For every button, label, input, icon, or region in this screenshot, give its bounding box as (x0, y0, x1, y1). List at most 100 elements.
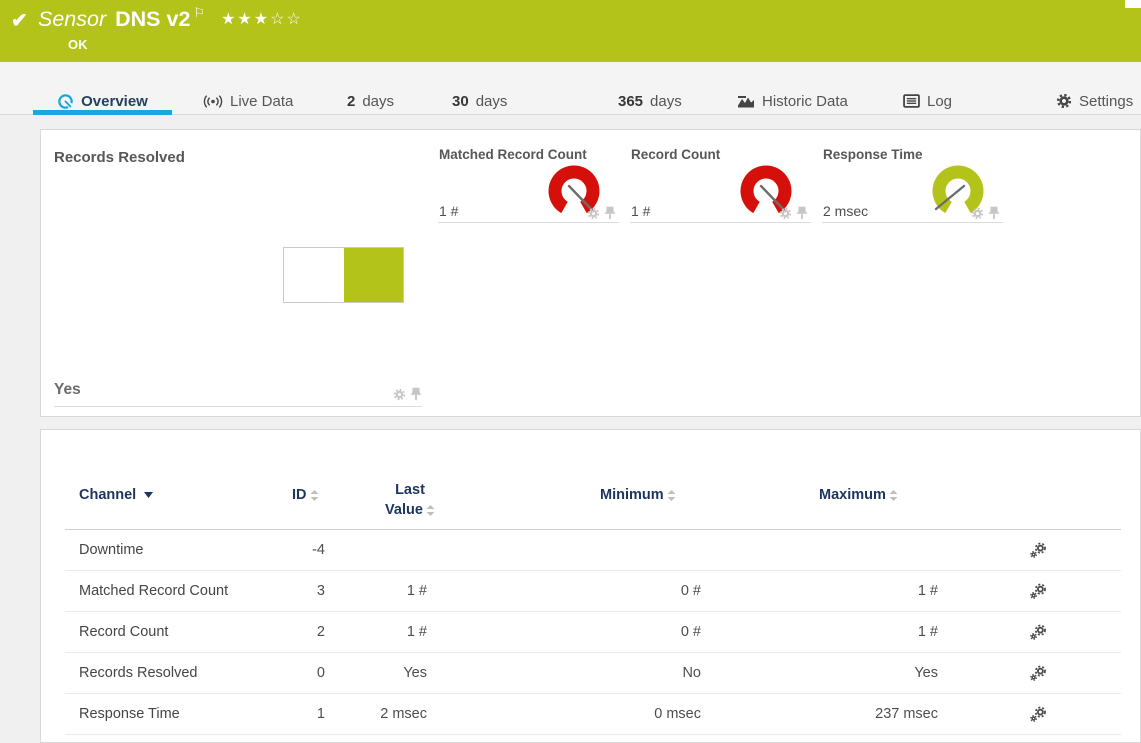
gauge-record-count: Record Count 1 # (630, 142, 811, 223)
column-label: Minimum (600, 487, 664, 503)
graph-segment-no (284, 248, 344, 302)
tab-live-data[interactable]: Live Data (203, 88, 293, 114)
pin-icon[interactable] (604, 206, 616, 220)
area-chart-icon (737, 94, 755, 109)
table-row-downtime: Downtime -4 (65, 530, 1121, 571)
gear-icon (1056, 93, 1072, 109)
stars-empty[interactable]: ☆☆ (270, 11, 303, 28)
active-tab-underline (33, 110, 172, 115)
channel-name[interactable]: Downtime (79, 530, 143, 571)
stars-filled[interactable]: ★★★ (221, 11, 270, 28)
channel-id: 3 (225, 571, 325, 612)
tab-label: Historic Data (762, 93, 848, 110)
channel-id: 1 (225, 694, 325, 735)
mini-panel-actions (971, 206, 1000, 220)
column-label: Channel (79, 487, 136, 503)
channel-minimum: 0 # (501, 612, 701, 653)
tab-log[interactable]: Log (903, 88, 952, 114)
gear-icon[interactable] (393, 388, 406, 401)
tab-settings[interactable]: Settings (1056, 88, 1133, 114)
tab-label: Settings (1079, 93, 1133, 110)
channel-settings-button[interactable] (1021, 694, 1055, 735)
channel-name[interactable]: Record Count (79, 612, 168, 653)
channel-maximum: Yes (738, 653, 938, 694)
gear-icon[interactable] (971, 207, 984, 220)
column-label: ID (292, 487, 307, 503)
table-row-matched-record-count: Matched Record Count 3 1 # 0 # 1 # (65, 571, 1121, 612)
sensor-title: SensorDNS v2⚐★★★☆☆ (38, 5, 303, 32)
channel-settings-button[interactable] (1021, 612, 1055, 653)
channel-settings-button[interactable] (1021, 530, 1055, 571)
channel-minimum: No (501, 653, 701, 694)
flag-icon[interactable]: ⚐ (193, 5, 205, 20)
gauge-icon (57, 93, 74, 110)
channel-name[interactable]: Matched Record Count (79, 571, 228, 612)
tab-365-days[interactable]: 365 days (618, 88, 682, 114)
channel-minimum: 0 msec (501, 694, 701, 735)
table-row-record-count: Record Count 2 1 # 0 # 1 # (65, 612, 1121, 653)
tab-label: Overview (81, 93, 148, 110)
channel-name[interactable]: Records Resolved (79, 653, 197, 694)
mini-panel-actions (779, 206, 808, 220)
sensor-name: DNS v2 (115, 7, 190, 31)
column-label: Maximum (819, 487, 886, 503)
overview-panel: Records Resolved Yes Matched Record Coun… (40, 129, 1141, 417)
column-header-last-value[interactable]: Last Value (365, 480, 455, 520)
channel-table-header: Channel ID Last Value Minimum Maximum (65, 430, 1121, 530)
priority-stars[interactable]: ★★★☆☆ (221, 11, 303, 28)
status-badge: OK (68, 37, 88, 52)
column-header-id[interactable]: ID (292, 487, 319, 503)
ok-check-icon: ✔ (11, 8, 28, 33)
column-label-line2: Value (385, 500, 423, 520)
tab-number: 365 (618, 93, 643, 110)
channel-last-value: 1 # (327, 612, 427, 653)
tab-30-days[interactable]: 30 days (452, 88, 507, 114)
channel-id: 2 (225, 612, 325, 653)
channel-last-value: 1 # (327, 571, 427, 612)
broadcast-icon (203, 94, 223, 109)
gauge-matched-record-count: Matched Record Count 1 # (438, 142, 619, 223)
tab-label: days (650, 93, 682, 110)
sort-icon (889, 489, 898, 502)
log-list-icon (903, 94, 920, 108)
channel-maximum: 1 # (738, 612, 938, 653)
gauge-title: Record Count (631, 147, 720, 162)
channel-settings-button[interactable] (1021, 653, 1055, 694)
pin-icon[interactable] (988, 206, 1000, 220)
prtg-sensor-page: { "colors": { "ok_green": "#b3c31a", "al… (0, 0, 1141, 743)
column-header-minimum[interactable]: Minimum (600, 487, 676, 503)
gear-icon[interactable] (779, 207, 792, 220)
mini-panel-actions (587, 206, 616, 220)
channel-table-panel: Channel ID Last Value Minimum Maximum Do… (40, 429, 1141, 743)
channel-name[interactable]: Response Time (79, 694, 180, 735)
mini-graph-title: Records Resolved (54, 149, 185, 166)
window-corner-notch (1125, 0, 1141, 8)
tab-historic-data[interactable]: Historic Data (737, 88, 848, 114)
tab-label: days (362, 93, 394, 110)
column-header-channel[interactable]: Channel (79, 487, 153, 503)
tab-number: 2 (347, 93, 355, 110)
table-row-response-time: Response Time 1 2 msec 0 msec 237 msec (65, 694, 1121, 735)
gauge-title: Response Time (823, 147, 923, 162)
mini-panel-divider (54, 406, 422, 407)
tab-label: Live Data (230, 93, 293, 110)
sensor-status-header: ✔ SensorDNS v2⚐★★★☆☆ OK (0, 0, 1141, 62)
mini-panel-actions (393, 387, 422, 401)
column-header-maximum[interactable]: Maximum (819, 487, 898, 503)
pin-icon[interactable] (410, 387, 422, 401)
column-label-line1: Last (365, 480, 455, 500)
channel-last-value: 2 msec (327, 694, 427, 735)
pin-icon[interactable] (796, 206, 808, 220)
channel-settings-button[interactable] (1021, 571, 1055, 612)
channel-id: -4 (225, 530, 325, 571)
tab-label: days (476, 93, 508, 110)
gear-icon[interactable] (587, 207, 600, 220)
tab-number: 30 (452, 93, 469, 110)
channel-last-value: Yes (327, 653, 427, 694)
channel-maximum: 237 msec (738, 694, 938, 735)
gauge-value: 1 # (631, 203, 650, 219)
channel-minimum: 0 # (501, 571, 701, 612)
gauge-value: 1 # (439, 203, 458, 219)
graph-segment-yes (344, 248, 403, 302)
tab-2-days[interactable]: 2 days (347, 88, 394, 114)
